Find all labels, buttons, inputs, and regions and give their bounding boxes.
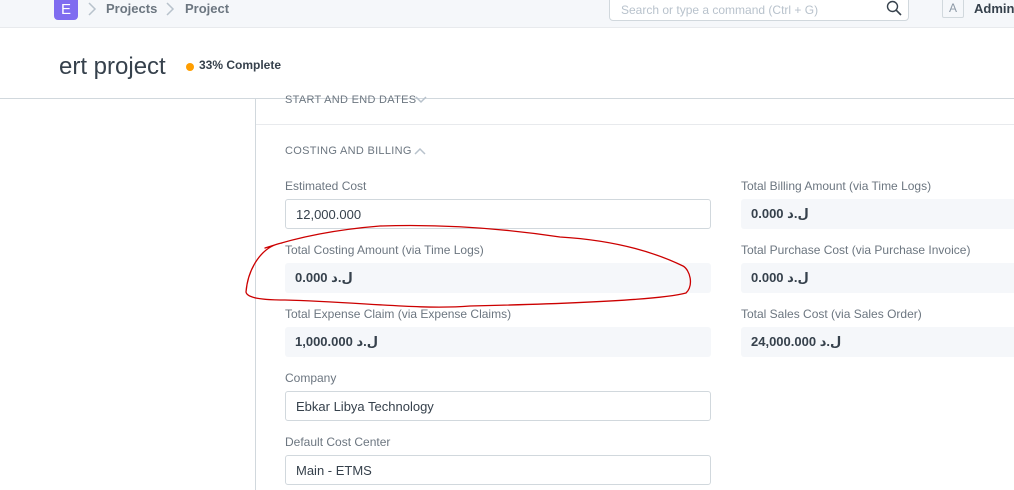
page-head: ert project 33% Complete <box>0 29 1014 99</box>
total-costing-amount-label: Total Costing Amount (via Time Logs) <box>285 243 484 257</box>
section-divider <box>256 124 1014 125</box>
total-sales-cost-value: 24,000.000 ل.د <box>741 327 1014 357</box>
section-start-end-dates[interactable]: START AND END DATES <box>285 94 416 106</box>
chevron-down-icon[interactable] <box>415 96 427 104</box>
status-badge: 33% Complete <box>199 58 282 72</box>
total-purchase-cost-label: Total Purchase Cost (via Purchase Invoic… <box>741 243 971 257</box>
estimated-cost-input[interactable]: 12,000.000 <box>285 199 711 229</box>
default-cost-center-input[interactable]: Main - ETMS <box>285 455 711 485</box>
breadcrumb-projects[interactable]: Projects <box>106 1 157 16</box>
app-logo[interactable]: E <box>54 0 78 20</box>
search-icon[interactable] <box>886 0 902 16</box>
navbar: E Projects Project Search or type a comm… <box>0 0 1014 28</box>
total-billing-amount-value: 0.000 ل.د <box>741 199 1014 229</box>
page-title: ert project <box>59 53 166 80</box>
status-indicator-dot <box>186 63 194 71</box>
total-expense-claim-label: Total Expense Claim (via Expense Claims) <box>285 307 512 321</box>
section-costing-billing[interactable]: COSTING AND BILLING <box>285 145 412 157</box>
estimated-cost-label: Estimated Cost <box>285 179 367 193</box>
chevron-right-icon <box>88 2 97 16</box>
company-input[interactable]: Ebkar Libya Technology <box>285 391 711 421</box>
user-menu[interactable]: Admini <box>974 1 1014 16</box>
avatar[interactable]: A <box>942 0 964 18</box>
chevron-right-icon <box>166 2 175 16</box>
search-input[interactable]: Search or type a command (Ctrl + G) <box>609 0 909 21</box>
breadcrumb-project[interactable]: Project <box>185 1 229 16</box>
search-placeholder: Search or type a command (Ctrl + G) <box>621 3 819 17</box>
form-left-border <box>255 99 256 490</box>
chevron-up-icon[interactable] <box>414 147 426 155</box>
total-sales-cost-label: Total Sales Cost (via Sales Order) <box>741 307 922 321</box>
default-cost-center-label: Default Cost Center <box>285 435 391 449</box>
total-billing-amount-label: Total Billing Amount (via Time Logs) <box>741 179 932 193</box>
total-costing-amount-value: 0.000 ل.د <box>285 263 711 293</box>
total-purchase-cost-value: 0.000 ل.د <box>741 263 1014 293</box>
company-label: Company <box>285 371 337 385</box>
total-expense-claim-value: 1,000.000 ل.د <box>285 327 711 357</box>
